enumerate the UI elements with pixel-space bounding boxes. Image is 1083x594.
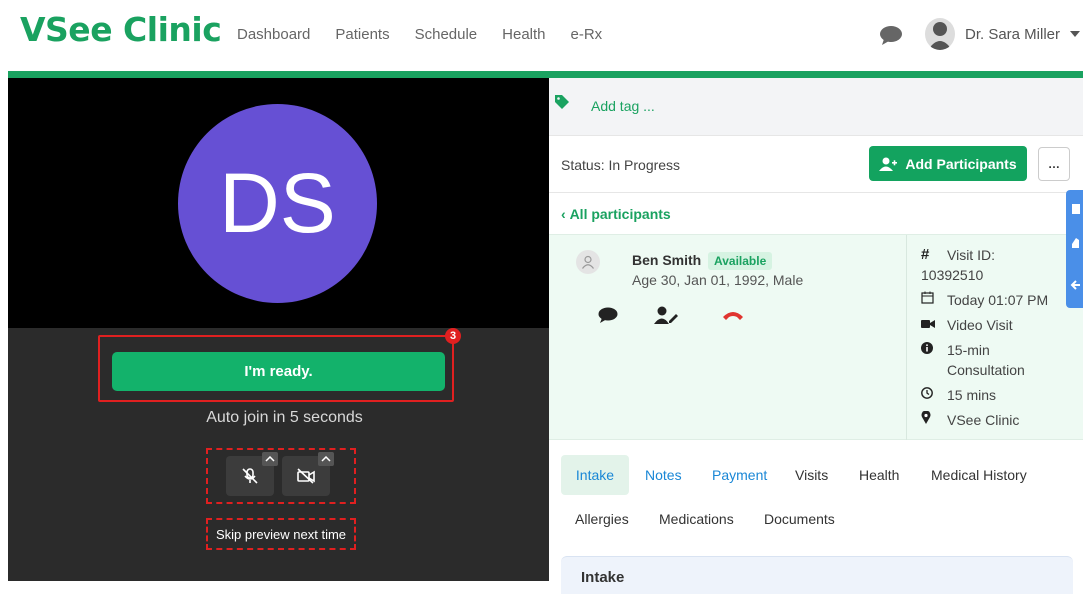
- user-name[interactable]: Dr. Sara Miller: [965, 26, 1060, 43]
- step-badge: 3: [445, 328, 461, 344]
- patient-info: Age 30, Jan 01, 1992, Male: [632, 272, 804, 288]
- header-divider: [8, 71, 1083, 78]
- nav-dashboard[interactable]: Dashboard: [237, 26, 310, 43]
- patient-card: Ben Smith Available Age 30, Jan 01, 1992…: [549, 234, 1083, 441]
- location-pin-icon: [921, 410, 939, 430]
- add-user-icon: [879, 157, 898, 171]
- user-avatar[interactable]: [925, 18, 955, 50]
- calendar-icon: [921, 290, 939, 310]
- mic-off-icon: [242, 468, 258, 484]
- visit-status: Status: In Progress: [561, 157, 681, 173]
- chat-icon[interactable]: [879, 25, 903, 45]
- all-participants-link[interactable]: ‹ All participants: [561, 206, 671, 222]
- tab-payment[interactable]: Payment: [712, 467, 767, 483]
- mic-options-button[interactable]: [262, 452, 278, 466]
- tab-notes[interactable]: Notes: [645, 467, 682, 483]
- visit-time: Today 01:07 PM: [947, 292, 1049, 308]
- more-options-button[interactable]: …: [1038, 147, 1070, 181]
- add-participants-button[interactable]: Add Participants: [869, 146, 1027, 181]
- caller-avatar: DS: [178, 104, 377, 303]
- chevron-left-icon: ‹: [561, 206, 570, 222]
- visit-details: # Visit ID: 10392510 Today 01:07 PM Vide…: [921, 245, 1048, 435]
- auto-join-text: Auto join in 5 seconds: [206, 409, 363, 426]
- visit-id-label: Visit ID:: [947, 247, 995, 263]
- record-tabs: Intake Notes Payment Visits Health Medic…: [549, 440, 1083, 594]
- nav-schedule[interactable]: Schedule: [415, 26, 478, 43]
- tab-documents[interactable]: Documents: [764, 511, 835, 527]
- card-divider: [906, 235, 907, 441]
- visit-panel: Add tag ... Status: In Progress Add Part…: [549, 78, 1083, 594]
- chevron-down-icon[interactable]: [1070, 31, 1080, 37]
- availability-badge: Available: [708, 252, 773, 270]
- chat-patient-button[interactable]: [595, 303, 621, 327]
- visit-id: 10392510: [921, 267, 984, 283]
- tab-medications[interactable]: Medications: [659, 511, 734, 527]
- section-title: Intake: [581, 569, 625, 586]
- add-tag-link[interactable]: Add tag ...: [591, 98, 655, 114]
- hash-icon: #: [921, 246, 930, 263]
- tab-visits[interactable]: Visits: [795, 467, 828, 483]
- nav-health[interactable]: Health: [502, 26, 545, 43]
- top-bar: VSee Clinic Dashboard Patients Schedule …: [0, 0, 1083, 70]
- all-participants-label: All participants: [569, 206, 671, 222]
- tab-intake[interactable]: Intake: [561, 455, 629, 495]
- main-nav: Dashboard Patients Schedule Health e-Rx: [237, 26, 627, 43]
- visit-duration: 15 mins: [947, 387, 997, 403]
- add-participants-label: Add Participants: [905, 155, 1017, 172]
- hang-up-icon: [723, 312, 743, 320]
- visit-clinic: VSee Clinic: [947, 412, 1020, 428]
- side-toolbar[interactable]: [1066, 190, 1083, 308]
- nav-patients[interactable]: Patients: [335, 26, 389, 43]
- chat-bubble-icon: [598, 307, 618, 323]
- edit-participant-button[interactable]: [653, 303, 679, 327]
- intake-section: Intake: [561, 556, 1073, 594]
- info-icon: [921, 340, 939, 360]
- preview-panel: 3 I'm ready. Auto join in 5 seconds Skip…: [8, 328, 549, 581]
- side-tool-icons: [1070, 204, 1080, 290]
- video-area: DS: [8, 78, 549, 328]
- patient-name[interactable]: Ben Smith: [632, 252, 701, 268]
- nav-erx[interactable]: e-Rx: [571, 26, 603, 43]
- tab-allergies[interactable]: Allergies: [575, 511, 629, 527]
- ready-button[interactable]: I'm ready.: [112, 352, 445, 391]
- visit-consultation: 15-min Consultation: [947, 342, 1025, 378]
- tag-icon: [555, 95, 569, 109]
- status-row: Status: In Progress Add Participants …: [549, 135, 1083, 192]
- tab-medical-history[interactable]: Medical History: [931, 467, 1027, 483]
- user-edit-icon: [654, 306, 678, 324]
- end-call-button[interactable]: [720, 303, 746, 327]
- tag-row: Add tag ...: [549, 78, 1083, 135]
- user-silhouette-icon: [928, 22, 952, 50]
- chevron-up-icon: [321, 456, 331, 462]
- chevron-up-icon: [265, 456, 275, 462]
- camera-off-icon: [297, 468, 315, 484]
- video-camera-icon: [921, 315, 939, 335]
- person-icon: [582, 255, 594, 269]
- patient-avatar: [576, 250, 600, 274]
- participants-nav: ‹ All participants: [549, 192, 1083, 234]
- skip-preview-checkbox[interactable]: Skip preview next time: [206, 518, 356, 550]
- clinic-logo[interactable]: VSee Clinic: [20, 10, 222, 49]
- camera-options-button[interactable]: [318, 452, 334, 466]
- visit-type: Video Visit: [947, 317, 1013, 333]
- tab-health[interactable]: Health: [859, 467, 899, 483]
- clock-icon: [921, 385, 939, 405]
